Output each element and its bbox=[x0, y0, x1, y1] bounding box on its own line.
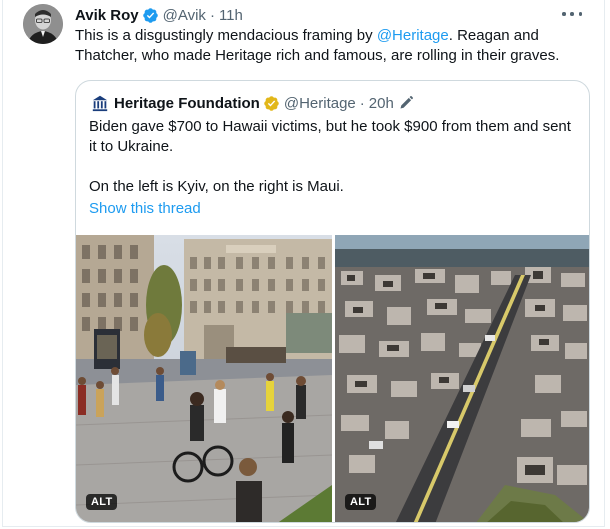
tweet-text: This is a disgustingly mendacious framin… bbox=[75, 26, 595, 66]
more-options-icon[interactable] bbox=[562, 6, 582, 22]
media-image-maui[interactable]: ALT bbox=[335, 235, 589, 522]
edited-pencil-icon[interactable] bbox=[398, 95, 414, 111]
quoted-author-handle[interactable]: @Heritage bbox=[284, 95, 356, 112]
timestamp[interactable]: 11h bbox=[219, 7, 243, 24]
header-separator: · bbox=[209, 6, 215, 24]
tweet-header: Avik Roy @Avik · 11h bbox=[75, 5, 243, 25]
quoted-tweet-header: Heritage Foundation @Heritage · 20h bbox=[91, 93, 414, 113]
quoted-author-name[interactable]: Heritage Foundation bbox=[114, 95, 260, 112]
verified-org-badge-icon bbox=[264, 95, 279, 111]
alt-text-badge[interactable]: ALT bbox=[86, 494, 118, 510]
tweet-container: Avik Roy @Avik · 11h This is a disgustin… bbox=[2, 0, 605, 527]
verified-badge-icon bbox=[142, 7, 158, 23]
quoted-tweet-card[interactable]: Heritage Foundation @Heritage · 20h Bide… bbox=[75, 80, 590, 523]
quoted-timestamp[interactable]: 20h bbox=[369, 95, 394, 112]
quoted-text-line: On the left is Kyiv, on the right is Mau… bbox=[89, 178, 344, 195]
mention-link[interactable]: @Heritage bbox=[377, 27, 449, 44]
heritage-logo-icon bbox=[91, 94, 109, 112]
author-name[interactable]: Avik Roy bbox=[75, 7, 139, 24]
quoted-header-separator: · bbox=[359, 94, 365, 112]
quoted-text-line: Biden gave $700 to Hawaii victims, but h… bbox=[89, 118, 571, 155]
show-thread-link[interactable]: Show this thread bbox=[89, 200, 201, 217]
avatar[interactable] bbox=[23, 4, 63, 44]
tweet-text-part: This is a disgustingly mendacious framin… bbox=[75, 27, 377, 44]
media-grid: ALT ALT bbox=[76, 235, 589, 522]
author-handle[interactable]: @Avik bbox=[163, 7, 206, 24]
alt-text-badge[interactable]: ALT bbox=[345, 494, 377, 510]
quoted-tweet-text: Biden gave $700 to Hawaii victims, but h… bbox=[89, 117, 579, 197]
media-image-kyiv[interactable]: ALT bbox=[76, 235, 332, 522]
